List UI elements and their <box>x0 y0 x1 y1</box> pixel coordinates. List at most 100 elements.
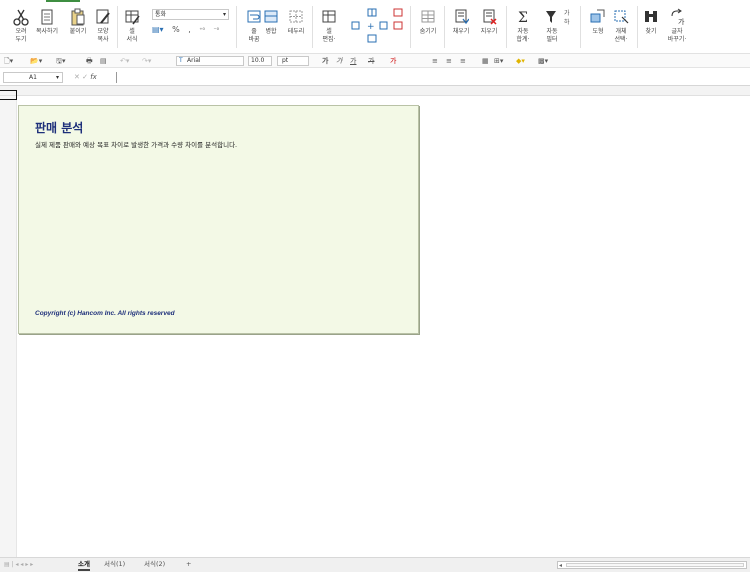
selected-cell-a1[interactable] <box>0 90 17 100</box>
underline-button[interactable]: 가 <box>350 54 356 68</box>
autosum-button[interactable]: Σ 자동 합계· <box>508 8 538 44</box>
hide-label: 숨기기 <box>419 28 437 35</box>
clear-button[interactable]: 지우기 <box>474 8 504 36</box>
align-left-icon[interactable]: ≡ <box>432 54 438 68</box>
cell-name-box[interactable]: A1 ▾ <box>3 72 63 83</box>
merge-cells-icon <box>264 10 278 23</box>
undo-icon[interactable]: ↶▾ <box>120 54 129 68</box>
horizontal-scrollbar[interactable]: ◂ <box>557 561 747 569</box>
copyright-text: Copyright (c) Hancom Inc. All rights res… <box>35 310 175 317</box>
redo-icon[interactable]: ↷▾ <box>142 54 151 68</box>
print-icon[interactable]: 🖶 <box>86 54 93 68</box>
binoculars-icon <box>645 11 657 22</box>
new-doc-icon[interactable]: 🗋▾ <box>4 54 13 68</box>
function-icon[interactable]: fx <box>90 73 97 81</box>
clear-icon <box>483 9 497 25</box>
hide-button[interactable]: 숨기기 <box>413 8 443 36</box>
decimal-increase-icon[interactable]: ⁺⁰ <box>199 26 205 36</box>
panel-title: 판매 분석 <box>35 121 84 135</box>
number-format-select[interactable]: 통화 ▾ <box>152 9 229 20</box>
print-preview-icon[interactable]: ▤ <box>100 54 107 68</box>
confirm-icon[interactable]: ✓ <box>82 73 88 81</box>
fill-color-icon[interactable]: ◆▾ <box>516 54 525 68</box>
pattern-icon[interactable]: ▩▾ <box>538 54 548 68</box>
number-format-tools: ▤▾ % , ⁺⁰ ⁻⁰ <box>152 25 225 35</box>
comma-button[interactable]: , <box>188 25 191 35</box>
object-select-button[interactable]: 개체 선택· <box>606 8 636 44</box>
replace-button[interactable]: 가 글자 바꾸기· <box>662 8 692 44</box>
svg-text:하: 하 <box>564 18 570 26</box>
font-unit-value: pt <box>282 57 289 64</box>
formula-actions: ✕ ✓ fx <box>74 72 97 83</box>
align-right-icon[interactable]: ≡ <box>460 54 466 68</box>
paste-icon <box>71 8 85 26</box>
ribbon-divider <box>444 6 445 48</box>
save-icon[interactable]: 🖫▾ <box>56 54 65 68</box>
column-header-strip <box>0 86 750 96</box>
spreadsheet-grid[interactable]: 판매 분석 실제 제품 판매와 예상 목표 차이로 발생한 가격과 수량 차이를… <box>0 86 750 557</box>
font-name-select[interactable]: T Arial <box>176 56 244 66</box>
cell-merge-icon[interactable]: ▦ <box>482 54 489 68</box>
italic-button[interactable]: 가 <box>336 54 342 68</box>
format-toolbar: 🗋▾ 📂▾ 🖫▾ 🖶 ▤ ↶▾ ↷▾ T Arial 10.0 pt 가 가 가… <box>0 54 750 68</box>
formula-bar: A1 ▾ ✕ ✓ fx <box>0 69 750 86</box>
row-header-strip <box>0 96 17 557</box>
format-copy-button[interactable]: 모양 복사 <box>88 8 118 44</box>
add-sheet-button[interactable]: + <box>186 558 191 571</box>
formula-input[interactable] <box>116 72 746 83</box>
replace-label: 글자 바꾸기· <box>667 28 687 43</box>
chevron-down-icon: ▾ <box>222 11 226 18</box>
font-unit-select[interactable]: pt <box>277 56 309 66</box>
font-color-button[interactable]: 가 <box>390 54 396 68</box>
svg-text:+: + <box>367 22 375 32</box>
border-icon <box>289 10 303 23</box>
cell-edit-button[interactable]: 셀 편집· <box>314 8 344 44</box>
sheet-tab[interactable]: 서식(2) <box>144 558 165 571</box>
percent-button[interactable]: % <box>172 25 180 35</box>
svg-text:Σ: Σ <box>518 10 528 26</box>
active-tab-indicator <box>46 0 80 2</box>
shape-icon <box>590 9 605 23</box>
panel-description: 실제 제품 판매와 예상 목표 차이로 발생한 가격과 수량 차이를 분석합니다… <box>35 141 238 149</box>
autosum-label: 자동 합계· <box>516 28 530 43</box>
sheet-nav-buttons[interactable]: ▤ | ◂ ◂ ▸ ▸ <box>4 558 33 572</box>
ribbon-divider <box>236 6 237 48</box>
align-center-icon[interactable]: ≡ <box>446 54 452 68</box>
truetype-icon: T <box>179 57 183 64</box>
fill-button[interactable]: 채우기 <box>446 8 476 36</box>
svg-text:가: 가 <box>564 9 570 17</box>
strikethrough-button[interactable]: 가 <box>368 54 374 68</box>
copy-button[interactable]: 복사하기 <box>32 8 62 36</box>
decimal-decrease-icon[interactable]: ⁻⁰ <box>214 26 220 36</box>
intro-panel: 판매 분석 실제 제품 판매와 예상 목표 차이로 발생한 가격과 수량 차이를… <box>18 105 419 334</box>
open-folder-icon[interactable]: 📂▾ <box>30 54 42 68</box>
insert-delete-icon: + <box>351 8 403 43</box>
cell-style-button[interactable]: 셀 서식 <box>117 8 147 44</box>
fill-label: 채우기 <box>452 28 470 35</box>
sigma-icon: Σ <box>518 10 528 26</box>
sheet-tab[interactable]: 소개 <box>78 558 90 571</box>
scrollbar-thumb[interactable] <box>566 563 744 567</box>
cell-edit-label: 셀 편집· <box>322 28 336 43</box>
cell-reference: A1 <box>29 74 37 81</box>
bold-button[interactable]: 가 <box>322 54 328 68</box>
insert-delete-group[interactable]: + <box>348 8 408 46</box>
hide-icon <box>421 10 435 23</box>
cell-edit-icon <box>322 10 336 23</box>
scroll-left-icon[interactable]: ◂ <box>559 559 562 573</box>
font-size-select[interactable]: 10.0 <box>248 56 272 66</box>
currency-icon[interactable]: ▤▾ <box>152 25 164 35</box>
scissors-icon <box>13 9 29 26</box>
border-style-icon[interactable]: ⊞▾ <box>494 54 503 68</box>
fill-icon <box>455 9 469 25</box>
ribbon: 오려 두기 복사하기 붙이기 모양 복사 셀 서식 통화 ▾ ▤▾ % , ⁺⁰… <box>0 0 750 54</box>
border-button[interactable]: 테두리 <box>281 8 311 36</box>
clear-label: 지우기 <box>480 28 498 35</box>
sort-button[interactable]: 가하 <box>560 8 576 28</box>
sheet-tab[interactable]: 서식(1) <box>104 558 125 571</box>
cancel-icon[interactable]: ✕ <box>74 73 80 81</box>
autofilter-label: 자동 필터 <box>546 28 558 43</box>
font-size-value: 10.0 <box>251 57 265 64</box>
filter-icon <box>546 11 556 23</box>
copy-icon <box>41 9 53 25</box>
